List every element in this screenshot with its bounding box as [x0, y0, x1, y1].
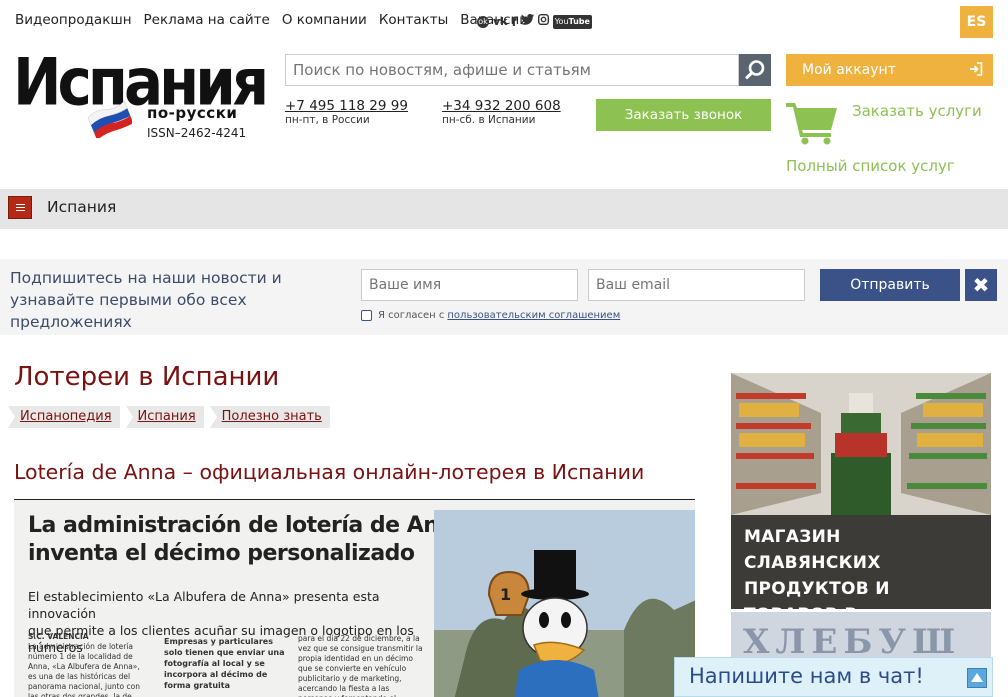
breadcrumb-item-spain[interactable]: Испания — [125, 406, 204, 428]
cart-icon[interactable] — [786, 101, 838, 145]
language-switch[interactable]: ES — [960, 6, 993, 38]
bakery-ad-text: ХЛЕБУШ — [743, 622, 962, 662]
search-icon — [745, 60, 765, 79]
phone-russia: +7 495 118 29 99 пн-пт, в России — [285, 98, 408, 126]
chat-widget[interactable]: Напишите нам в чат! — [674, 657, 993, 697]
chevron-up-icon[interactable] — [967, 668, 987, 688]
newspaper-clipping-image: La administración de lotería de Anna inv… — [14, 499, 695, 697]
vk-icon[interactable]: vk — [493, 15, 508, 29]
ok-icon[interactable]: ok — [477, 16, 489, 28]
name-field[interactable] — [361, 269, 578, 301]
site-logo[interactable]: Испания по-русски ISSN–2462-4241 — [0, 0, 269, 150]
nav-item-contacts[interactable]: Контакты — [379, 12, 448, 28]
agreement-checkbox[interactable] — [361, 310, 372, 321]
clipping-column-1-text: La administración de lotería número 1 de… — [28, 642, 140, 697]
youtube-icon[interactable]: YouTube — [552, 15, 592, 29]
clipping-headline-line2: inventa el décimo personalizado — [28, 541, 415, 566]
phone-note-spain: пн-сб. в Испании — [442, 114, 536, 126]
search-button[interactable] — [739, 54, 771, 86]
instagram-icon[interactable] — [537, 13, 549, 30]
order-call-button[interactable]: Заказать звонок — [596, 99, 771, 131]
phone-number-spain[interactable]: +34 932 200 608 — [442, 98, 561, 114]
nav-item-about[interactable]: О компании — [282, 12, 367, 28]
scrooge-mcduck-photo: 1 — [434, 510, 695, 697]
my-account-button[interactable]: Мой аккаунт — [786, 54, 993, 86]
breadcrumb-item-useful[interactable]: Полезно знать — [209, 406, 330, 428]
close-icon[interactable]: ✖ — [965, 269, 997, 301]
phone-note-russia: пн-пт, в России — [285, 114, 370, 126]
svg-text:1: 1 — [500, 585, 511, 604]
breadcrumb: Испанопедия Испания Полезно знать — [8, 406, 330, 428]
agreement: Я согласен с пользовательским соглашение… — [361, 310, 620, 321]
chat-label: Напишите нам в чат! — [689, 664, 924, 688]
order-services-link[interactable]: Заказать услуги — [852, 102, 982, 120]
slavic-shop-ad[interactable]: МАГАЗИН СЛАВЯНСКИХ ПРОДУКТОВ И ТОВАРОВ В… — [731, 373, 991, 609]
page-title: Лотереи в Испании — [14, 362, 280, 392]
my-account-label: Мой аккаунт — [802, 62, 896, 78]
clipping-column-1: S.C. VALENCIA La administración de loter… — [28, 632, 150, 697]
send-button[interactable]: Отправить — [820, 269, 960, 301]
agreement-prefix: Я согласен с — [378, 310, 445, 321]
login-icon — [970, 62, 983, 76]
clipping-column-2: Empresas y particulares solo tienen que … — [164, 637, 285, 690]
search-input[interactable] — [285, 54, 739, 86]
phone-spain: +34 932 200 608 пн-сб. в Испании — [442, 98, 561, 126]
hamburger-menu-icon[interactable] — [8, 196, 32, 219]
logo-subtitle: по-русски — [147, 104, 238, 122]
clipping-lead-line1: El establecimiento «La Albufera de Anna»… — [28, 589, 380, 621]
store-shelves-image — [731, 373, 991, 515]
section-title: Испания — [47, 198, 117, 216]
phone-number-russia[interactable]: +7 495 118 29 99 — [285, 98, 408, 114]
slavic-shop-ad-text: МАГАЗИН СЛАВЯНСКИХ ПРОДУКТОВ И ТОВАРОВ В… — [731, 515, 991, 609]
clipping-headline: La administración de lotería de Anna inv… — [28, 512, 468, 568]
facebook-icon[interactable]: f — [512, 15, 517, 29]
clipping-column-3: para el día 22 de diciembre, a la vez qu… — [298, 634, 423, 697]
clipping-byline: S.C. VALENCIA — [28, 632, 89, 641]
twitter-icon[interactable] — [520, 14, 534, 30]
issn-label: ISSN–2462-4241 — [147, 126, 247, 140]
subscribe-text: Подпишитесь на наши новости и узнавайте … — [10, 269, 282, 331]
breadcrumb-item-ispanopedia[interactable]: Испанопедия — [8, 406, 120, 428]
russian-flag-icon — [87, 100, 132, 138]
article-subtitle: Lotería de Anna – официальная онлайн-лот… — [14, 460, 645, 484]
all-services-link[interactable]: Полный список услуг — [786, 157, 955, 175]
clipping-headline-line1: La administración de lotería de Anna — [28, 513, 468, 538]
social-links: ok vk f YouTube — [477, 13, 592, 30]
section-bar — [0, 189, 1008, 229]
email-field[interactable] — [588, 269, 805, 301]
agreement-link[interactable]: пользовательским соглашением — [447, 310, 620, 321]
